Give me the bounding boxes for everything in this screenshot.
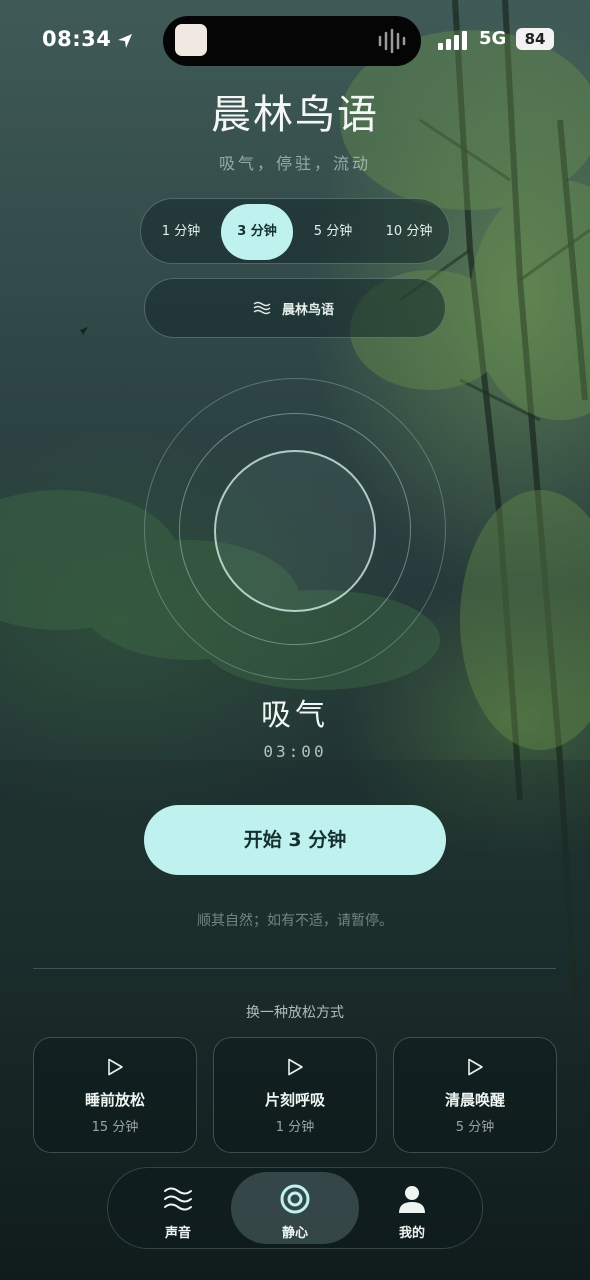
breathing-circle: [144, 378, 446, 680]
network-type: 5G: [479, 28, 507, 49]
page-title: 晨林鸟语: [211, 92, 379, 138]
sound-selector-button[interactable]: 晨林鸟语: [144, 278, 446, 338]
status-bar: 08:34 5G 84: [0, 16, 590, 66]
alternative-duration: 5 分钟: [455, 1120, 495, 1135]
tab-profile[interactable]: 我的: [348, 1172, 476, 1244]
alternative-card-sleep[interactable]: 睡前放松 15 分钟: [33, 1037, 197, 1153]
alternative-card-morning[interactable]: 清晨唤醒 5 分钟: [393, 1037, 557, 1153]
play-icon: [288, 1058, 303, 1076]
tab-meditate[interactable]: 静心: [231, 1172, 359, 1244]
cellular-signal-icon: [438, 31, 467, 50]
sound-selector-label: 晨林鸟语: [282, 303, 335, 318]
play-icon: [468, 1058, 483, 1076]
target-icon: [280, 1184, 310, 1214]
tab-label: 声音: [164, 1226, 191, 1241]
duration-option-3min[interactable]: 3 分钟: [221, 204, 293, 260]
alternative-name: 睡前放松: [84, 1091, 145, 1109]
duration-option-10min[interactable]: 10 分钟: [373, 204, 445, 260]
duration-option-1min[interactable]: 1 分钟: [145, 204, 217, 260]
battery-indicator: 84: [516, 28, 554, 50]
play-icon: [108, 1058, 123, 1076]
breathing-phase: 吸气: [261, 698, 329, 733]
tab-label: 我的: [398, 1226, 425, 1241]
duration-option-5min[interactable]: 5 分钟: [297, 204, 369, 260]
page-subtitle: 吸气，停驻，流动: [218, 154, 371, 173]
clock: 08:34: [42, 27, 112, 51]
duration-selector: 1 分钟 3 分钟 5 分钟 10 分钟: [140, 198, 450, 264]
audio-waveform-icon: [378, 28, 406, 54]
start-button[interactable]: 开始 3 分钟: [144, 805, 446, 875]
alternatives-title: 换一种放松方式: [246, 1005, 344, 1021]
divider: [33, 968, 556, 969]
breathing-ring-inner: [214, 450, 376, 612]
alternative-name: 片刻呼吸: [264, 1091, 325, 1109]
alternative-duration: 1 分钟: [275, 1120, 315, 1135]
tab-sounds[interactable]: 声音: [114, 1172, 242, 1244]
location-arrow-icon: [118, 34, 132, 48]
alternative-duration: 15 分钟: [91, 1120, 139, 1135]
waves-icon: [164, 1187, 192, 1211]
dynamic-island[interactable]: [163, 16, 421, 66]
alternative-name: 清晨唤醒: [444, 1091, 505, 1109]
user-icon: [399, 1186, 425, 1213]
bottom-tab-bar: 声音 静心 我的: [107, 1167, 483, 1249]
waves-icon: [253, 301, 271, 315]
now-playing-app-icon: [175, 24, 207, 56]
countdown-timer: 03:00: [263, 742, 327, 761]
alternative-card-breath[interactable]: 片刻呼吸 1 分钟: [213, 1037, 377, 1153]
safety-notice: 顺其自然；如有不适，请暂停。: [197, 913, 393, 929]
tab-label: 静心: [281, 1226, 308, 1241]
